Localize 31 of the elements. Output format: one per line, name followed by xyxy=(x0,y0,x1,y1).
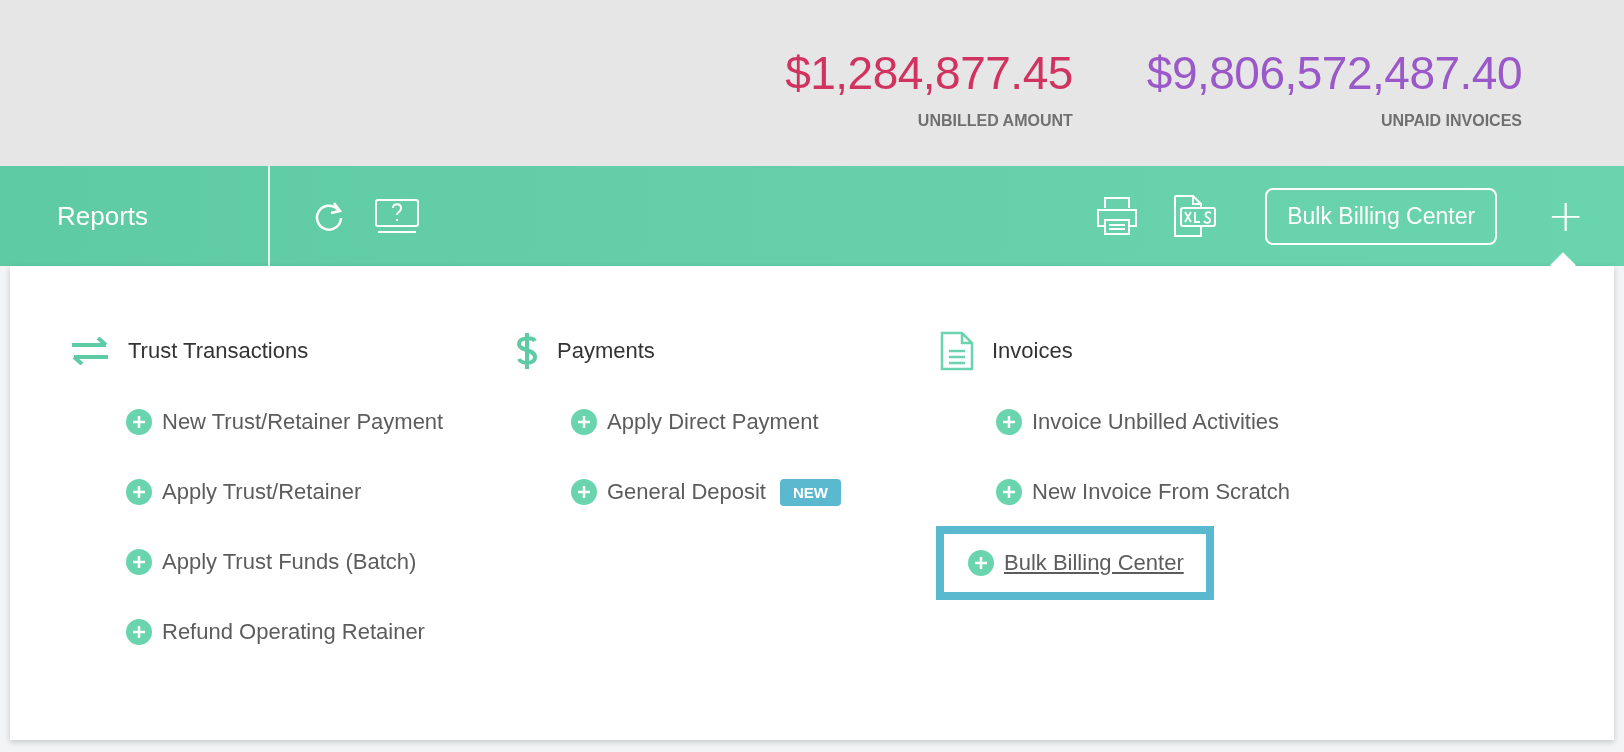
add-icon xyxy=(126,619,152,645)
amount-value: $1,284,877.45 xyxy=(785,46,1073,100)
add-icon xyxy=(968,550,994,576)
menu-item[interactable]: Refund Operating Retainer xyxy=(126,608,425,656)
add-icon xyxy=(571,409,597,435)
amount-label: UNBILLED AMOUNT xyxy=(917,112,1073,130)
add-icon xyxy=(126,479,152,505)
transfer-arrows-icon xyxy=(70,337,110,365)
help-monitor-icon[interactable] xyxy=(374,198,420,234)
menu-heading: Invoices xyxy=(992,338,1073,364)
menu-item[interactable]: Bulk Billing Center xyxy=(936,526,1214,600)
add-icon xyxy=(996,409,1022,435)
menu-item[interactable]: Apply Direct Payment xyxy=(571,398,819,446)
menu-heading: Payments xyxy=(557,338,655,364)
menu-item[interactable]: New Invoice From Scratch xyxy=(996,468,1290,516)
add-icon xyxy=(996,479,1022,505)
new-badge: NEW xyxy=(780,478,841,506)
amount-value: $9,806,572,487.40 xyxy=(1146,46,1522,100)
menu-item[interactable]: Invoice Unbilled Activities xyxy=(996,398,1279,446)
menu-item[interactable]: Apply Trust/Retainer xyxy=(126,468,362,516)
document-icon xyxy=(940,331,974,371)
add-icon xyxy=(126,549,152,575)
print-icon[interactable] xyxy=(1095,196,1140,236)
add-icon xyxy=(126,409,152,435)
menu-item[interactable]: Apply Trust Funds (Batch) xyxy=(126,538,417,586)
menu-heading: Trust Transactions xyxy=(128,338,309,364)
dollar-icon xyxy=(515,331,539,371)
menu-item[interactable]: General Deposit NEW xyxy=(571,468,841,516)
menu-item[interactable]: New Trust/Retainer Payment xyxy=(126,398,444,446)
amount-label: UNPAID INVOICES xyxy=(1380,112,1522,130)
add-icon xyxy=(571,479,597,505)
